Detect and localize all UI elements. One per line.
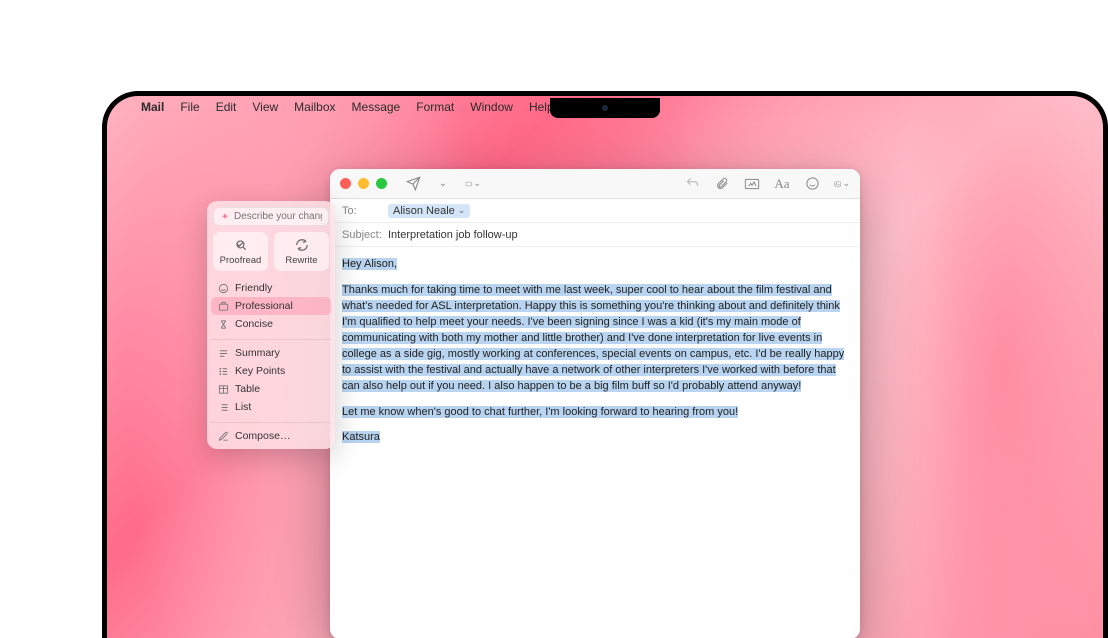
window-toolbar: ⌄ ⌄ Aa bbox=[330, 169, 860, 199]
body-para2: Let me know when's good to chat further,… bbox=[342, 406, 738, 418]
transform-list: Summary Key Points Table bbox=[207, 342, 335, 420]
rewrite-label: Rewrite bbox=[285, 255, 317, 266]
transform-summary[interactable]: Summary bbox=[211, 344, 331, 362]
subject-value[interactable]: Interpretation job follow-up bbox=[388, 229, 848, 241]
to-label: To: bbox=[342, 205, 382, 217]
compose-item[interactable]: Compose… bbox=[211, 427, 331, 445]
body-signature: Katsura bbox=[342, 431, 380, 443]
mode-buttons: Proofread Rewrite bbox=[207, 232, 335, 277]
proofread-label: Proofread bbox=[220, 255, 262, 266]
send-icon[interactable] bbox=[405, 176, 421, 192]
tone-professional[interactable]: Professional bbox=[211, 297, 331, 315]
concise-label: Concise bbox=[235, 318, 273, 330]
menubar-message[interactable]: Message bbox=[344, 100, 409, 114]
attach-icon[interactable] bbox=[714, 176, 730, 192]
compose-label: Compose… bbox=[235, 430, 290, 442]
compose-list: Compose… bbox=[207, 425, 335, 449]
transform-table[interactable]: Table bbox=[211, 380, 331, 398]
professional-label: Professional bbox=[235, 300, 293, 312]
message-body[interactable]: Hey Alison, Thanks much for taking time … bbox=[330, 247, 860, 638]
minimize-button[interactable] bbox=[358, 178, 369, 189]
table-label: Table bbox=[235, 383, 260, 395]
friendly-label: Friendly bbox=[235, 282, 272, 294]
close-button[interactable] bbox=[340, 178, 351, 189]
summary-label: Summary bbox=[235, 347, 280, 359]
table-icon bbox=[217, 383, 229, 395]
device-frame: Mail File Edit View Mailbox Message Form… bbox=[102, 91, 1108, 638]
divider-2 bbox=[211, 422, 331, 423]
tone-concise[interactable]: Concise bbox=[211, 315, 331, 333]
tone-list: Friendly Professional Concise bbox=[207, 277, 335, 337]
keypoints-label: Key Points bbox=[235, 365, 285, 377]
rewrite-button[interactable]: Rewrite bbox=[274, 232, 329, 271]
divider bbox=[211, 339, 331, 340]
professional-icon bbox=[217, 300, 229, 312]
list-label: List bbox=[235, 401, 251, 413]
camera-notch bbox=[550, 98, 660, 118]
menubar-edit[interactable]: Edit bbox=[208, 100, 245, 114]
emoji-icon[interactable] bbox=[804, 176, 820, 192]
friendly-icon bbox=[217, 282, 229, 294]
keypoints-icon bbox=[217, 365, 229, 377]
menubar-file[interactable]: File bbox=[172, 100, 207, 114]
menubar-format[interactable]: Format bbox=[408, 100, 462, 114]
traffic-lights bbox=[340, 178, 387, 189]
describe-change-field[interactable] bbox=[213, 207, 329, 226]
toolbar-left-group: ⌄ ⌄ bbox=[405, 176, 481, 192]
desktop-screen: Mail File Edit View Mailbox Message Form… bbox=[107, 96, 1103, 638]
recipient-token[interactable]: Alison Neale bbox=[388, 204, 470, 218]
subject-label: Subject: bbox=[342, 229, 382, 241]
describe-change-input[interactable] bbox=[234, 211, 322, 222]
body-greeting: Hey Alison, bbox=[342, 258, 397, 270]
transform-list[interactable]: List bbox=[211, 398, 331, 416]
list-icon bbox=[217, 401, 229, 413]
menubar-view[interactable]: View bbox=[244, 100, 286, 114]
zoom-button[interactable] bbox=[376, 178, 387, 189]
subject-row[interactable]: Subject: Interpretation job follow-up bbox=[330, 223, 860, 247]
transform-keypoints[interactable]: Key Points bbox=[211, 362, 331, 380]
link-preview-icon[interactable] bbox=[744, 176, 760, 192]
sparkle-icon bbox=[220, 212, 230, 222]
toolbar-right-group: Aa ⌄ bbox=[684, 176, 850, 192]
menubar-mailbox[interactable]: Mailbox bbox=[286, 100, 343, 114]
tone-friendly[interactable]: Friendly bbox=[211, 279, 331, 297]
to-row[interactable]: To: Alison Neale bbox=[330, 199, 860, 223]
compose-window: ⌄ ⌄ Aa bbox=[330, 169, 860, 638]
compose-icon bbox=[217, 430, 229, 442]
body-para1: Thanks much for taking time to meet with… bbox=[342, 284, 844, 392]
photo-icon[interactable]: ⌄ bbox=[834, 176, 850, 192]
reply-icon[interactable] bbox=[684, 176, 700, 192]
menubar-app-name[interactable]: Mail bbox=[133, 100, 172, 114]
proofread-button[interactable]: Proofread bbox=[213, 232, 268, 271]
format-icon[interactable]: Aa bbox=[774, 176, 790, 192]
header-dropdown-icon[interactable]: ⌄ bbox=[435, 176, 451, 192]
camera-dot bbox=[602, 105, 608, 111]
delete-icon[interactable]: ⌄ bbox=[465, 176, 481, 192]
writing-tools-panel: Proofread Rewrite Friendly bbox=[207, 201, 335, 449]
menubar-window[interactable]: Window bbox=[462, 100, 521, 114]
rewrite-icon bbox=[294, 237, 310, 253]
concise-icon bbox=[217, 318, 229, 330]
proofread-icon bbox=[233, 237, 249, 253]
summary-icon bbox=[217, 347, 229, 359]
